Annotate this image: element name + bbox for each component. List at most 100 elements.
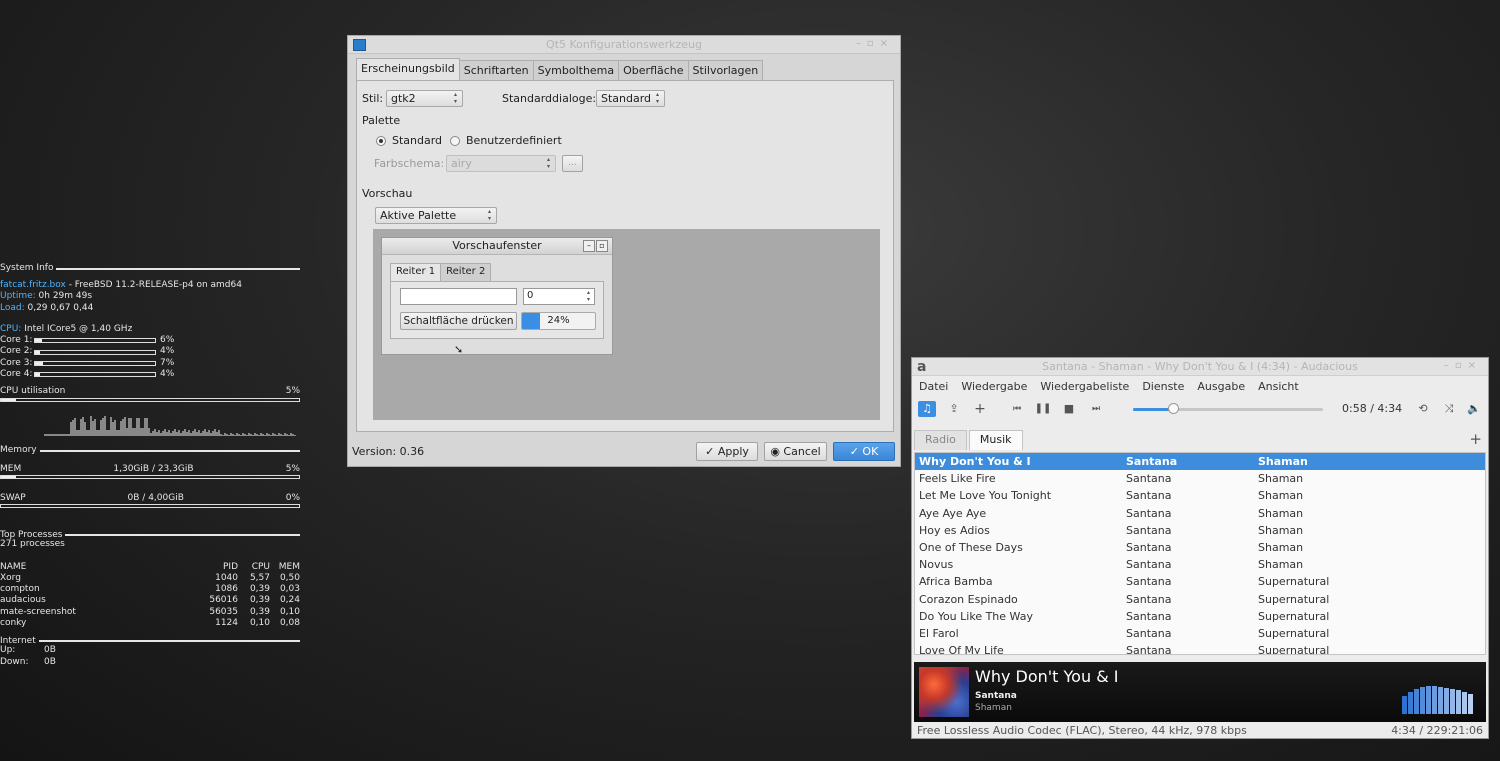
menu-ausgabe[interactable]: Ausgabe (1197, 380, 1245, 393)
tab-erscheinungsbild[interactable]: Erscheinungsbild (356, 58, 460, 80)
cpu-graph-bar (56, 433, 58, 436)
add-files-icon[interactable]: + (971, 401, 989, 417)
menu-datei[interactable]: Datei (919, 380, 948, 393)
seek-slider[interactable] (1133, 403, 1323, 414)
color-scheme-more-button[interactable]: ... (562, 155, 583, 172)
core-label: Core 4: (0, 369, 33, 380)
cpu-graph-bar (232, 433, 234, 436)
swap-row: SWAP 0B / 4,00GiB 0% (0, 492, 300, 503)
cpu-graph-bar (194, 428, 196, 436)
tab-schriftarten[interactable]: Schriftarten (458, 60, 534, 80)
close-icon[interactable]: × (880, 38, 894, 49)
radio-custom-label[interactable]: Benutzerdefiniert (466, 134, 562, 147)
playlist-cell: Supernatural (1258, 626, 1330, 640)
next-icon[interactable]: ⏭ (1087, 401, 1105, 417)
shuffle-icon[interactable]: ⤨ (1440, 401, 1458, 417)
aud-close-icon[interactable]: × (1468, 360, 1482, 371)
audacious-window: a Santana - Shaman - Why Don't You & I (… (911, 357, 1489, 739)
tab-radio[interactable]: Radio (914, 430, 967, 450)
preview-palette-combo[interactable]: Aktive Palette (375, 207, 497, 224)
process-cell: 0,10 (249, 618, 270, 629)
dialogs-combo[interactable]: Standard (596, 90, 665, 107)
tab-musik[interactable]: Musik (968, 430, 1023, 450)
previous-icon[interactable]: ⏮ (1008, 401, 1026, 417)
playlist-row[interactable]: Corazon Espinado Santana Supernatural (915, 591, 1485, 608)
radio-standard-label[interactable]: Standard (392, 134, 442, 147)
audacious-titlebar[interactable]: a Santana - Shaman - Why Don't You & I (… (912, 358, 1488, 376)
add-playlist-button[interactable]: + (1469, 430, 1482, 448)
style-combo[interactable]: gtk2 (386, 90, 463, 107)
cpu-graph-bar (62, 433, 64, 436)
color-scheme-combo[interactable]: airy (446, 155, 556, 172)
cpu-graph-bar (212, 430, 214, 436)
menu-wiedergabe[interactable]: Wiedergabe (961, 380, 1027, 393)
open-files-icon[interactable]: ⇪ (945, 401, 963, 417)
qt5ct-titlebar[interactable]: Qt5 Konfigurationswerkzeug –▫× (348, 36, 900, 54)
core-row: Core 3: 7% (0, 358, 300, 369)
preview-spinbox[interactable]: 0 ▴ ▾ (523, 288, 595, 305)
playlist-row[interactable]: Do You Like The Way Santana Supernatural (915, 608, 1485, 625)
pause-icon[interactable]: ❚❚ (1034, 401, 1052, 417)
aud-maximize-icon[interactable]: ▫ (1455, 360, 1468, 371)
playlist-cell: Santana (1126, 575, 1172, 589)
playlist-cell: Love Of My Life (919, 644, 1004, 655)
aud-minimize-icon[interactable]: – (1444, 360, 1455, 371)
radio-custom[interactable] (450, 136, 460, 146)
cpu-graph-bar (256, 433, 258, 436)
cpu-graph-bar (48, 433, 50, 436)
playlist-row[interactable]: Novus Santana Shaman (915, 556, 1485, 573)
playlist-row[interactable]: El Farol Santana Supernatural (915, 625, 1485, 642)
core-value: 7% (160, 357, 175, 368)
playlist-row[interactable]: Let Me Love You Tonight Santana Shaman (915, 487, 1485, 504)
ok-check-icon: ✓ (849, 445, 863, 458)
ok-button[interactable]: ✓ OK (833, 442, 895, 461)
playlist-row[interactable]: Aye Aye Aye Santana Shaman (915, 505, 1485, 522)
maximize-icon[interactable]: ▫ (867, 38, 880, 49)
total-time: 4:34 / 229:21:06 (1391, 724, 1483, 737)
playlist-row[interactable]: Africa Bamba Santana Supernatural (915, 573, 1485, 590)
radio-standard[interactable] (376, 136, 386, 146)
playlist-cell: Supernatural (1258, 592, 1330, 606)
cancel-button[interactable]: ◉ Cancel (764, 442, 827, 461)
repeat-icon[interactable]: ⟲ (1414, 401, 1432, 417)
playlist-row[interactable]: Love Of My Life Santana Supernatural (915, 642, 1485, 655)
search-library-icon[interactable]: ♫ (918, 401, 936, 417)
tab-symbolthema[interactable]: Symbolthema (532, 60, 620, 80)
apply-button[interactable]: ✓ Apply (696, 442, 758, 461)
preview-maximize-icon[interactable]: ▫ (596, 240, 608, 252)
process-cell: 0,50 (279, 572, 300, 583)
playlist-row[interactable]: Hoy es Adios Santana Shaman (915, 522, 1485, 539)
cpu-graph-bar (112, 421, 114, 436)
preview-tab-1[interactable]: Reiter 1 (390, 263, 442, 282)
preview-push-button[interactable]: Schaltfläche drücken (400, 312, 517, 330)
process-cell: 1040 (215, 572, 238, 583)
cpu-graph-bar (68, 433, 70, 436)
tab-stilvorlagen[interactable]: Stilvorlagen (687, 60, 764, 80)
stop-icon[interactable]: ■ (1060, 401, 1078, 417)
menu-wiedergabeliste[interactable]: Wiedergabeliste (1040, 380, 1129, 393)
menu-dienste[interactable]: Dienste (1142, 380, 1184, 393)
process-list: Xorg 1040 5,57 0,50 compton 1086 0,39 0,03 audac… (0, 573, 300, 629)
playlist-cell: Hoy es Adios (919, 523, 990, 537)
playlist-row[interactable]: One of These Days Santana Shaman (915, 539, 1485, 556)
playlist-row[interactable]: Why Don't You & I Santana Shaman (915, 453, 1485, 471)
cpu-graph-bar (134, 427, 136, 436)
spin-arrows-icon[interactable]: ▴ ▾ (587, 289, 593, 303)
up-row: Up: 0B (0, 645, 56, 656)
minimize-icon[interactable]: – (856, 38, 867, 49)
visualizer-bar (1408, 692, 1413, 714)
cpu-graph-bar (84, 421, 86, 436)
tab-oberflaeche[interactable]: Oberfläche (618, 60, 689, 80)
preview-tab-2[interactable]: Reiter 2 (440, 263, 492, 282)
preview-line-edit[interactable] (400, 288, 517, 305)
preview-minimize-icon[interactable]: – (583, 240, 595, 252)
preview-label: Vorschau (362, 187, 413, 200)
cpu-utilisation-fill (1, 398, 16, 401)
cpu-graph-bar (158, 429, 160, 436)
cpu-graph-bar (110, 416, 112, 436)
menu-ansicht[interactable]: Ansicht (1258, 380, 1299, 393)
process-cell: 0,10 (279, 606, 300, 617)
volume-icon[interactable]: 🔈 (1465, 401, 1483, 417)
playlist-row[interactable]: Feels Like Fire Santana Shaman (915, 470, 1485, 487)
seek-knob[interactable] (1167, 403, 1179, 414)
